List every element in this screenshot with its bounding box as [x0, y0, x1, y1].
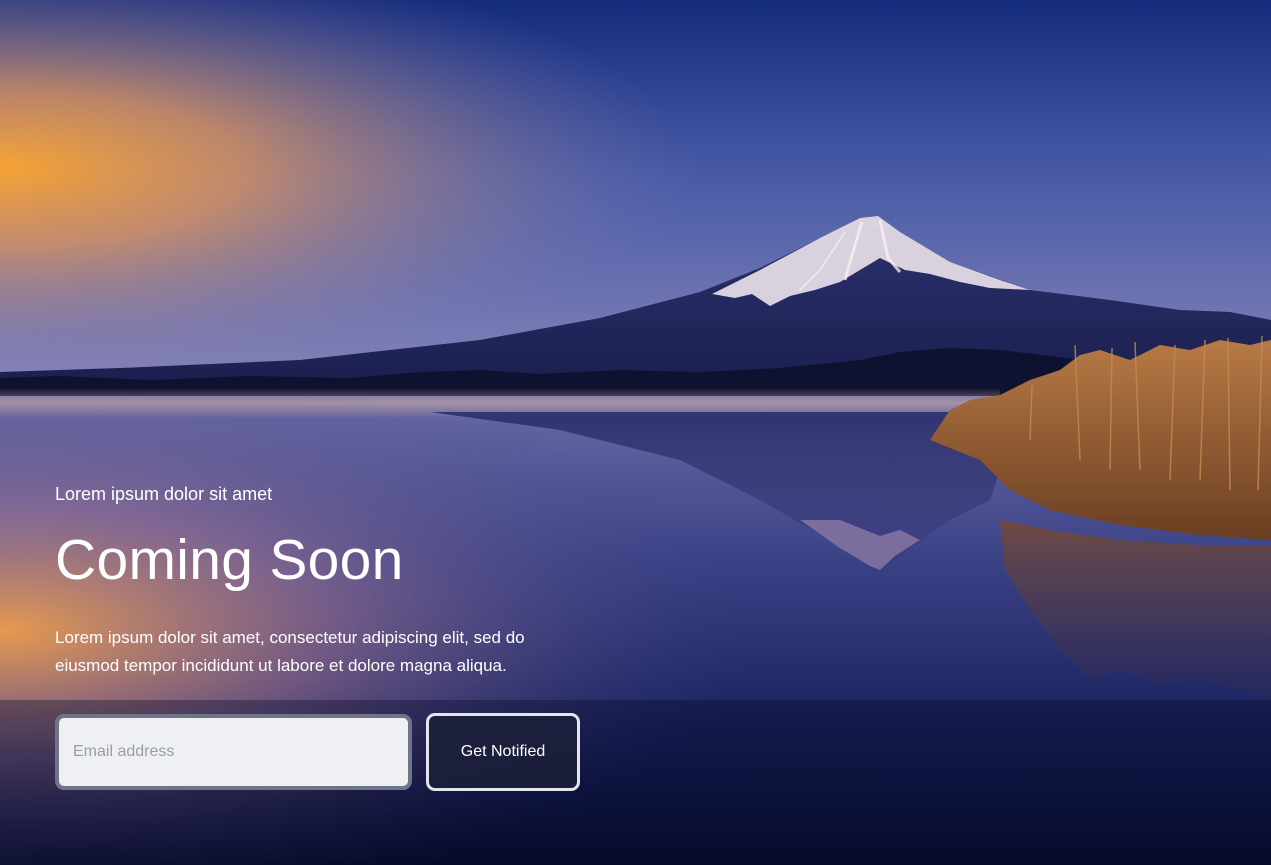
hero-description: Lorem ipsum dolor sit amet, consectetur …: [55, 628, 525, 675]
notify-form: Get Notified: [55, 713, 615, 791]
hero-eyebrow: Lorem ipsum dolor sit amet: [55, 484, 273, 504]
page-title: Coming Soon: [55, 528, 404, 592]
get-notified-button[interactable]: Get Notified: [426, 713, 580, 791]
hero-section: Lorem ipsum dolor sit amet Coming Soon L…: [0, 0, 1271, 865]
email-input[interactable]: [55, 714, 412, 790]
hero-content: Lorem ipsum dolor sit amet Coming Soon L…: [55, 482, 615, 791]
